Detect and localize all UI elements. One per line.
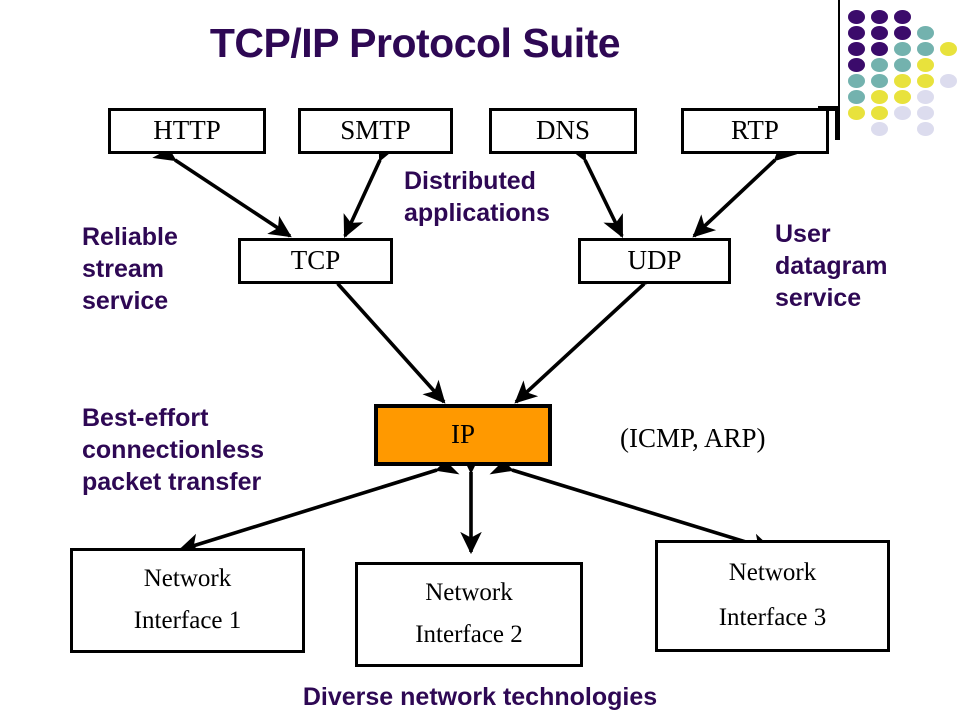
protocol-box-tcp-label: TCP	[290, 245, 341, 276]
decoration-dot	[917, 74, 934, 88]
arrow-udp-ip	[514, 262, 667, 404]
decoration-dot	[940, 74, 957, 88]
protocol-box-dns-label: DNS	[535, 115, 590, 146]
decoration-dot	[894, 10, 911, 24]
network-interface-1-line1: Network	[143, 564, 232, 592]
network-interface-2-line2: Interface 2	[415, 621, 523, 649]
decoration-dot	[871, 10, 888, 24]
decoration-dot	[894, 74, 911, 88]
protocol-box-smtp-label: SMTP	[340, 115, 411, 146]
decoration-dot	[871, 106, 888, 120]
protocol-box-udp-label: UDP	[627, 245, 682, 276]
decoration-dot	[871, 90, 888, 104]
decoration-dot	[848, 26, 865, 40]
decoration-dot	[894, 106, 911, 120]
decoration-dot	[848, 42, 865, 56]
decoration-dot	[848, 10, 865, 24]
icmp-arp-label: (ICMP, ARP)	[620, 423, 766, 453]
network-interface-2-line1: Network	[425, 578, 513, 606]
decoration-dot	[940, 42, 957, 56]
decoration-dot	[848, 74, 865, 88]
decoration-dot	[894, 90, 911, 104]
decoration-dot	[917, 26, 934, 40]
protocol-box-ip-label: IP	[450, 419, 475, 450]
decoration-dot	[917, 58, 934, 72]
annotation-reliable-stream-service: Reliable stream service	[82, 223, 178, 315]
protocol-box-rtp-label: RTP	[731, 115, 779, 146]
decoration-dot	[917, 42, 934, 56]
dot-grid-decoration-icon	[848, 10, 960, 136]
annotation-best-effort-packet-transfer: Best-effort connectionless packet transf…	[82, 404, 264, 496]
decoration-dot	[871, 58, 888, 72]
network-interface-box-3[interactable]: Network Interface 3	[655, 540, 890, 652]
decoration-dot	[848, 106, 865, 120]
decorative-vertical-rule	[838, 0, 840, 108]
protocol-box-rtp[interactable]: RTP	[681, 108, 829, 154]
network-interface-box-2[interactable]: Network Interface 2	[355, 562, 583, 667]
annotation-diverse-network-technologies: Diverse network technologies	[302, 683, 658, 711]
decoration-dot	[848, 58, 865, 72]
protocol-box-http[interactable]: HTTP	[108, 108, 266, 154]
decoration-dot	[894, 42, 911, 56]
protocol-box-tcp[interactable]: TCP	[238, 238, 393, 284]
decoration-dot	[917, 122, 934, 136]
decoration-dot	[894, 26, 911, 40]
annotation-distributed-applications: Distributed applications	[404, 167, 550, 227]
arrow-rtp-udp	[692, 138, 798, 238]
protocol-box-http-label: HTTP	[153, 115, 221, 146]
decoration-dot	[917, 90, 934, 104]
slide-canvas: TCP/IP Protocol Suite HTTP SMTP DNS RTP …	[0, 0, 960, 720]
decoration-dot	[871, 122, 888, 136]
network-interface-1-line2: Interface 1	[133, 607, 242, 635]
protocol-box-smtp[interactable]: SMTP	[298, 108, 453, 154]
annotation-user-datagram-service: User datagram service	[775, 220, 888, 312]
network-interface-3-line1: Network	[728, 559, 817, 587]
network-interface-box-1[interactable]: Network Interface 1	[70, 548, 305, 653]
decoration-dot	[894, 58, 911, 72]
arrow-ip-iface3	[489, 453, 775, 555]
decoration-dot	[871, 26, 888, 40]
protocol-box-dns[interactable]: DNS	[489, 108, 637, 154]
protocol-box-udp[interactable]: UDP	[578, 238, 731, 284]
decoration-dot	[871, 74, 888, 88]
arrow-http-tcp	[152, 139, 292, 238]
page-title: TCP/IP Protocol Suite	[209, 20, 621, 66]
arrow-tcp-ip	[316, 261, 446, 404]
arrow-dns-udp	[566, 137, 624, 238]
network-interface-3-line2: Interface 3	[718, 604, 827, 632]
protocol-box-ip[interactable]: IP	[374, 404, 552, 466]
arrow-smtp-tcp	[343, 137, 399, 238]
decoration-dot	[871, 42, 888, 56]
decoration-dot	[917, 106, 934, 120]
decoration-dot	[848, 90, 865, 104]
